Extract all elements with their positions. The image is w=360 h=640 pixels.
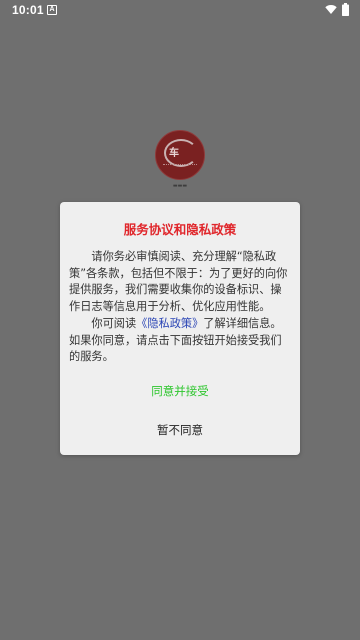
dialog-body: 请你务必审慎阅读、充分理解“隐私政策”各条款，包括但不限于：为了更好的向你提供服… (69, 249, 292, 366)
dialog-paragraph-2: 你可阅读《隐私政策》了解详细信息。如果你同意，请点击下面按钮开始接受我们的服务。 (69, 316, 292, 366)
dialog-title: 服务协议和隐私政策 (123, 222, 237, 237)
logo-mark: 车 (169, 148, 179, 159)
wifi-icon (325, 4, 337, 18)
accept-button[interactable]: 同意并接受 (120, 380, 240, 402)
privacy-policy-link[interactable]: 《隐私政策》 (136, 317, 203, 330)
battery-icon (342, 3, 349, 19)
app-logo: 车 ▬▬▬ (155, 130, 205, 190)
paragraph-2-prefix: 你可阅读 (91, 316, 137, 330)
decline-button[interactable]: 暂不同意 (120, 419, 240, 441)
status-bar: 10:01 A (0, 0, 360, 20)
logo-circle: 车 (155, 130, 205, 180)
privacy-dialog: 服务协议和隐私政策 请你务必审慎阅读、充分理解“隐私政策”各条款，包括但不限于：… (60, 202, 300, 455)
notification-icon: A (47, 5, 57, 15)
status-time: 10:01 (12, 3, 44, 17)
logo-caption-mark: ▬▬▬ (172, 183, 188, 189)
dialog-paragraph-1: 请你务必审慎阅读、充分理解“隐私政策”各条款，包括但不限于：为了更好的向你提供服… (69, 250, 288, 314)
